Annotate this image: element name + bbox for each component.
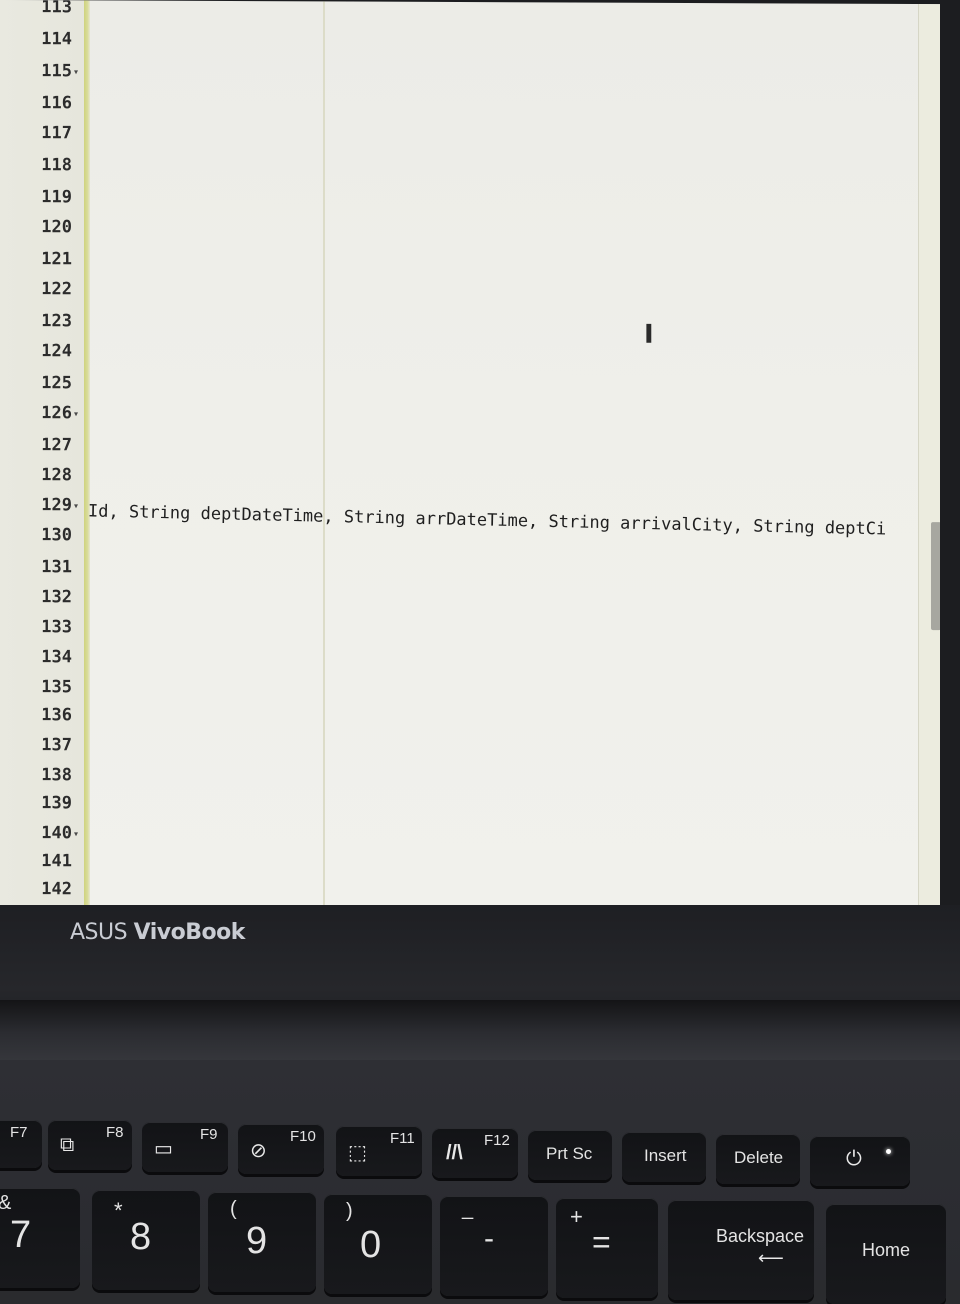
line-number: 137: [41, 735, 72, 756]
key-home[interactable]: Home: [826, 1204, 946, 1304]
key-power[interactable]: ⏻: [810, 1136, 910, 1186]
key-equals[interactable]: + =: [556, 1198, 658, 1298]
key-delete[interactable]: Delete: [716, 1134, 800, 1184]
line-number: 142: [41, 879, 72, 900]
key-insert-label: Insert: [644, 1146, 687, 1165]
key-prtsc[interactable]: Prt Sc: [528, 1130, 612, 1180]
line-number: 141: [41, 851, 72, 872]
key-prtsc-label: Prt Sc: [546, 1144, 593, 1163]
fold-toggle-icon[interactable]: ▾: [74, 409, 84, 419]
key-7-top: &: [0, 1192, 11, 1215]
line-number: 122: [41, 279, 72, 300]
key-minus-main: -: [484, 1222, 494, 1255]
brand-logo: ASUS VivoBook: [70, 920, 245, 945]
line-number: 131: [41, 557, 72, 578]
key-equals-top: +: [570, 1204, 583, 1229]
fold-toggle-icon[interactable]: ▾: [74, 501, 84, 511]
key-f9[interactable]: ▭ F9: [142, 1122, 228, 1172]
line-number: 128: [41, 465, 72, 486]
myasus-icon: //\: [446, 1142, 463, 1164]
print-margin-line: [323, 1, 325, 907]
key-backspace-label: Backspace: [716, 1226, 805, 1246]
line-number: 140: [41, 823, 72, 844]
power-indicator-led: [886, 1149, 891, 1154]
key-0-top: ): [346, 1200, 353, 1222]
camera-off-icon: ⊘: [250, 1140, 267, 1162]
key-backspace[interactable]: Backspace ⟵: [668, 1200, 814, 1300]
line-number: 115: [41, 61, 72, 82]
key-home-label: Home: [862, 1240, 911, 1260]
key-0[interactable]: ) 0: [324, 1194, 432, 1294]
line-number: 126: [41, 403, 72, 424]
key-0-main: 0: [360, 1224, 382, 1266]
line-number: 125: [41, 373, 72, 394]
laptop-hinge: [0, 1000, 960, 1060]
fold-toggle-icon[interactable]: ▾: [74, 829, 84, 839]
touchpad-lock-icon: ▭: [154, 1138, 173, 1160]
key-f11-label: F11: [390, 1130, 415, 1147]
key-f10-label: F10: [290, 1128, 316, 1145]
brand-name: VivoBook: [133, 920, 246, 945]
screenshot-icon: ⬚: [348, 1142, 367, 1164]
key-9[interactable]: ( 9: [208, 1192, 316, 1292]
brand-prefix: ASUS: [70, 920, 134, 945]
key-f10[interactable]: ⊘ F10: [238, 1124, 324, 1174]
line-number: 130: [41, 525, 72, 546]
text-cursor-icon: I: [644, 319, 654, 350]
key-7[interactable]: & 7: [0, 1188, 80, 1288]
line-number: 136: [41, 705, 72, 726]
laptop-screen: 113 114 115 ▾ 116 117 118 119 120 121 122 123 124 125…: [0, 0, 960, 920]
line-number-gutter: 113 114 115 ▾ 116 117 118 119 120 121 122 123 124 125…: [0, 0, 88, 906]
line-number: 118: [41, 155, 72, 176]
line-number: 114: [41, 29, 72, 50]
key-7-main: 7: [10, 1214, 32, 1256]
key-8[interactable]: * 8: [92, 1190, 200, 1290]
line-number: 119: [41, 187, 72, 208]
line-number: 116: [41, 93, 72, 114]
projector-icon: ⧉: [60, 1134, 75, 1156]
line-number: 124: [41, 341, 72, 362]
line-number: 135: [41, 677, 72, 698]
backspace-arrow-icon: ⟵: [758, 1248, 784, 1268]
key-8-top: *: [114, 1198, 123, 1223]
line-number: 139: [41, 793, 72, 814]
key-8-main: 8: [130, 1216, 152, 1258]
key-f9-label: F9: [200, 1126, 218, 1143]
key-9-main: 9: [246, 1220, 268, 1262]
key-minus[interactable]: _ -: [440, 1196, 548, 1296]
key-f12[interactable]: //\ F12: [432, 1128, 518, 1178]
key-minus-top: _: [462, 1198, 474, 1220]
line-number: 129: [41, 495, 72, 516]
line-number: 138: [41, 765, 72, 786]
key-9-top: (: [230, 1198, 237, 1220]
line-number: 120: [41, 217, 72, 238]
code-editor[interactable]: 113 114 115 ▾ 116 117 118 119 120 121 122 123 124 125…: [0, 0, 940, 910]
power-icon: ⏻: [846, 1148, 862, 1170]
key-f7[interactable]: F7: [0, 1120, 42, 1168]
key-f12-label: F12: [484, 1132, 510, 1149]
key-f8-label: F8: [106, 1124, 124, 1141]
line-number: 133: [41, 617, 72, 638]
scrollbar-thumb[interactable]: [931, 522, 940, 631]
key-delete-label: Delete: [734, 1148, 784, 1167]
key-insert[interactable]: Insert: [622, 1132, 706, 1182]
key-equals-main: =: [592, 1224, 611, 1260]
line-number: 123: [41, 311, 72, 332]
vertical-scrollbar[interactable]: [918, 4, 940, 910]
line-number: 127: [41, 435, 72, 456]
line-number: 134: [41, 647, 72, 668]
gutter-edge: [84, 0, 90, 906]
line-number: 117: [41, 123, 72, 144]
line-number: 121: [41, 249, 72, 270]
fold-toggle-icon[interactable]: ▾: [74, 67, 84, 77]
line-number: 113: [41, 0, 72, 18]
key-f8[interactable]: ⧉ F8: [48, 1120, 132, 1170]
key-f11[interactable]: ⬚ F11: [336, 1126, 422, 1176]
key-f7-label: F7: [10, 1124, 28, 1141]
code-line-129[interactable]: Id, String deptDateTime, String arrDateT…: [88, 494, 908, 547]
line-number: 132: [41, 587, 72, 608]
